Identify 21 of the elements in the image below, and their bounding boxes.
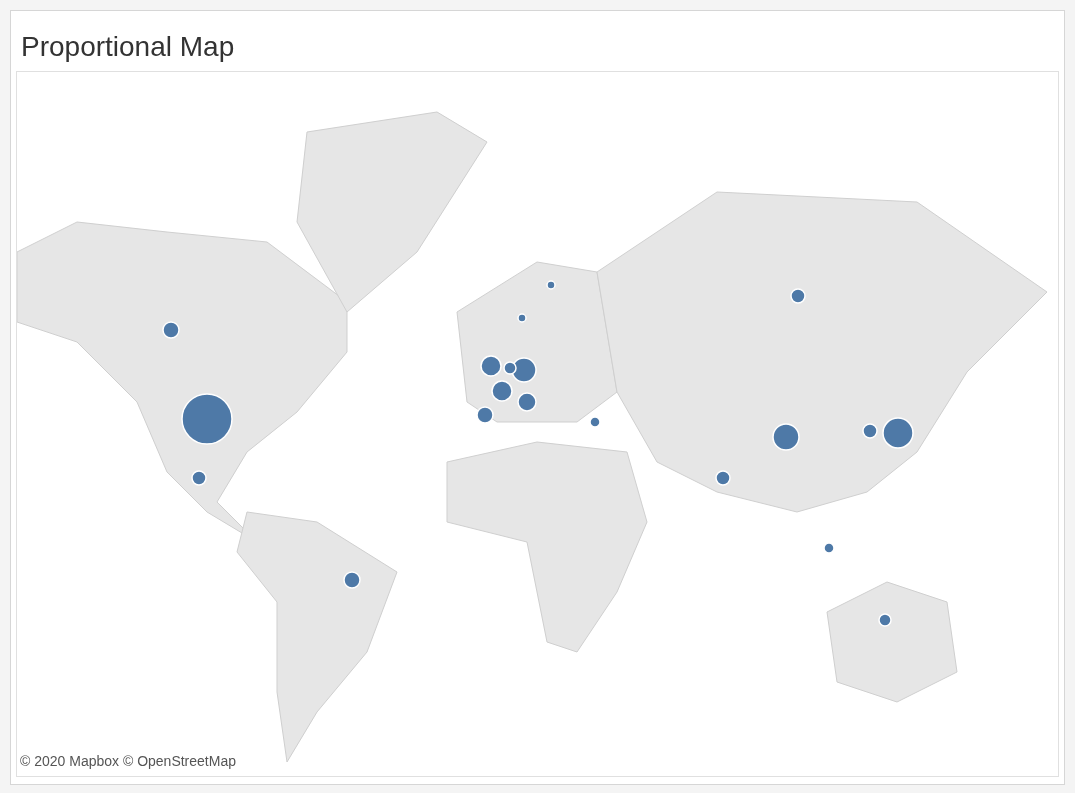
map-bubble[interactable] — [882, 417, 914, 449]
map-bubble[interactable] — [517, 392, 537, 412]
map-bubble[interactable] — [162, 321, 180, 339]
map-bubble[interactable] — [772, 423, 800, 451]
map-bubble[interactable] — [191, 470, 207, 486]
map-bubble[interactable] — [862, 423, 878, 439]
map-bubble[interactable] — [491, 380, 513, 402]
map-bubble[interactable] — [878, 613, 892, 627]
map-bubble[interactable] — [343, 571, 361, 589]
map-bubble[interactable] — [181, 393, 233, 445]
map-attribution: © 2020 Mapbox © OpenStreetMap — [20, 752, 236, 771]
map-bubble[interactable] — [823, 542, 835, 554]
map-bubble[interactable] — [503, 361, 517, 375]
map-bubble[interactable] — [715, 470, 731, 486]
map-bubble[interactable] — [589, 416, 601, 428]
map-bubble[interactable] — [511, 357, 537, 383]
map-bubble[interactable] — [517, 313, 527, 323]
map-bubble[interactable] — [480, 355, 502, 377]
map-bubble[interactable] — [546, 280, 556, 290]
map-title: Proportional Map — [20, 30, 236, 64]
map-bubble[interactable] — [790, 288, 806, 304]
